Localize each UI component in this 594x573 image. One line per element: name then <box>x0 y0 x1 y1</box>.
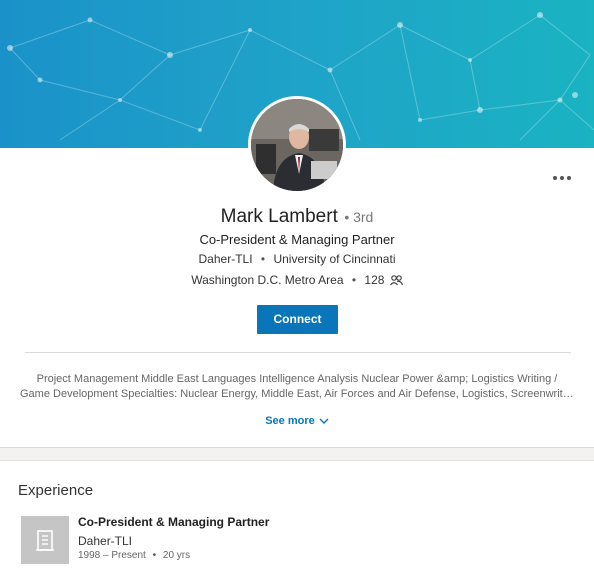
duration: 20 yrs <box>162 550 191 561</box>
building-icon <box>36 530 54 551</box>
connections-count[interactable]: 128 <box>364 273 384 287</box>
date-range: 1998 – Present <box>78 550 146 561</box>
separator: • <box>351 273 357 287</box>
profile-headline: Co-President & Managing Partner <box>199 232 395 247</box>
name-line: Mark Lambert • 3rd <box>0 206 594 228</box>
ellipsis-icon <box>553 176 571 180</box>
summary-line: Game Development Specialties: Nuclear En… <box>20 388 574 400</box>
company-school-line: Daher-TLI • University of Cincinnati <box>0 252 594 266</box>
divider <box>25 352 571 353</box>
profile-summary: Project Management Middle East Languages… <box>20 372 574 402</box>
current-company[interactable]: Daher-TLI <box>199 252 253 266</box>
connect-button[interactable]: Connect <box>257 305 338 334</box>
summary-line: Project Management Middle East Languages… <box>36 373 558 385</box>
profile-avatar[interactable] <box>248 96 346 194</box>
more-options-button[interactable] <box>552 172 572 184</box>
profile-photo <box>251 99 343 191</box>
location: Washington D.C. Metro Area <box>191 273 344 287</box>
profile-name: Mark Lambert <box>220 206 338 227</box>
job-dates: 1998 – Present • 20 yrs <box>78 550 190 561</box>
location-line: Washington D.C. Metro Area • 128 <box>0 273 594 287</box>
job-title[interactable]: Co-President & Managing Partner <box>78 515 269 529</box>
see-more-button[interactable]: See more <box>0 415 594 427</box>
people-icon <box>389 275 403 286</box>
experience-section: Experience Co-President & Managing Partn… <box>0 460 594 573</box>
see-more-label: See more <box>265 415 315 427</box>
chevron-down-icon <box>319 418 329 425</box>
section-title: Experience <box>18 482 94 499</box>
company-logo[interactable] <box>21 516 69 564</box>
separator: • <box>152 550 157 561</box>
school[interactable]: University of Cincinnati <box>273 252 395 266</box>
connection-degree: • 3rd <box>344 209 374 225</box>
separator: • <box>260 252 266 266</box>
job-company: Daher-TLI <box>78 534 133 548</box>
